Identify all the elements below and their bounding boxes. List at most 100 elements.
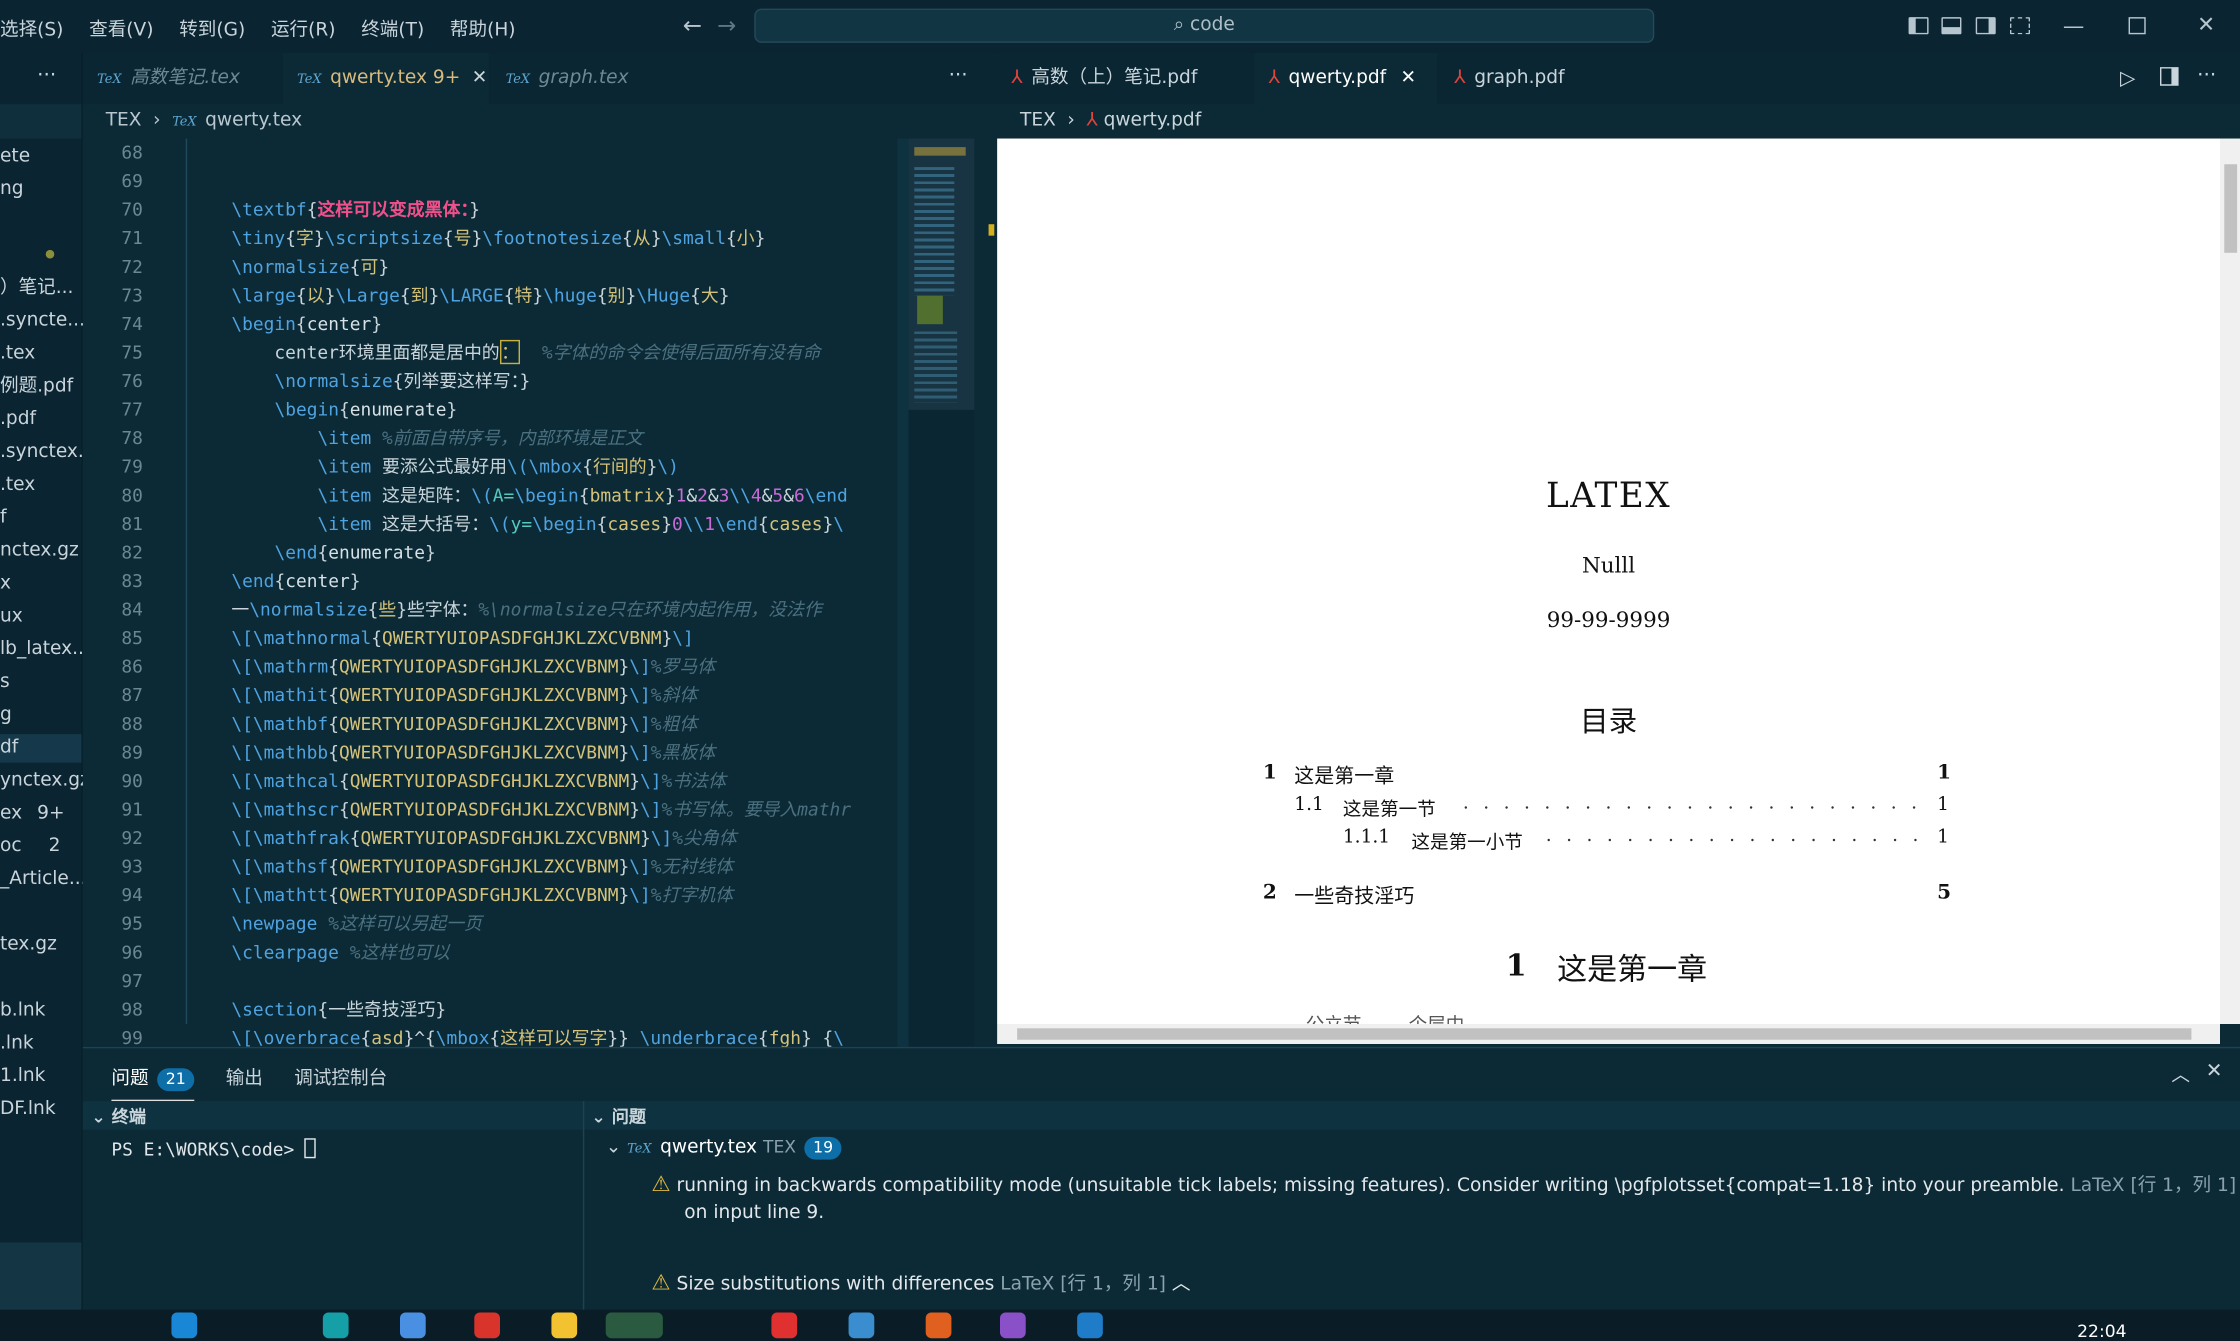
- list-item[interactable]: g: [0, 701, 12, 730]
- list-item[interactable]: b.lnk: [0, 997, 45, 1026]
- chevron-up-icon[interactable]: ︿: [2171, 1060, 2190, 1086]
- breadcrumb-root[interactable]: TEX: [1020, 110, 1056, 131]
- close-tab-icon[interactable]: ✕: [472, 67, 488, 88]
- list-item[interactable]: 1.lnk: [0, 1063, 45, 1092]
- toggle-panel-icon[interactable]: [1941, 17, 1962, 35]
- list-item[interactable]: nctex.gz: [0, 537, 79, 566]
- terminal[interactable]: PS E:\WORKS\code>: [111, 1138, 317, 1160]
- menu-terminal[interactable]: 终端(T): [361, 14, 424, 41]
- command-center-search[interactable]: ⌕ code: [754, 8, 1655, 43]
- app-icon[interactable]: [771, 1312, 798, 1339]
- terminal-section-header[interactable]: ⌄ 终端: [91, 1103, 146, 1132]
- list-item[interactable]: lb_latex...: [0, 636, 90, 665]
- code-lines[interactable]: \textbf{这样可以变成黑体：} \tiny{字}\scriptsize{号…: [231, 139, 897, 1047]
- list-item[interactable]: ex 9+: [0, 800, 81, 829]
- app-icon[interactable]: [322, 1312, 349, 1339]
- list-item[interactable]: DF.lnk: [0, 1095, 56, 1124]
- list-item[interactable]: 例题.pdf: [0, 373, 73, 402]
- list-item[interactable]: .pdf: [0, 406, 36, 435]
- minimap-code: [914, 331, 958, 403]
- problem-warning-row[interactable]: ⚠ Size substitutions with differences La…: [651, 1268, 1191, 1296]
- problem-file-row[interactable]: ⌄ TeX qwerty.tex TEX 19: [606, 1136, 842, 1160]
- app-icon[interactable]: [848, 1312, 875, 1339]
- tab-graph-pdf[interactable]: ⅄ graph.pdf: [1440, 53, 1611, 104]
- list-item[interactable]: ete: [0, 143, 30, 172]
- pdf-vertical-scrollbar[interactable]: [2219, 138, 2240, 1024]
- active-app-icon[interactable]: [605, 1312, 663, 1339]
- list-item[interactable]: ux: [0, 603, 23, 632]
- close-tab-icon[interactable]: ✕: [1400, 67, 1416, 88]
- forward-arrow-icon[interactable]: →: [717, 11, 736, 38]
- breadcrumb-file[interactable]: qwerty.pdf: [1104, 110, 1202, 131]
- more-actions-icon[interactable]: ···: [37, 64, 56, 87]
- list-item[interactable]: ）笔记...: [0, 274, 73, 303]
- toc-page: 1: [1937, 826, 1949, 849]
- app-icon[interactable]: [474, 1312, 500, 1339]
- close-window-icon[interactable]: ✕: [2197, 11, 2215, 37]
- close-panel-icon[interactable]: ✕: [2206, 1060, 2223, 1083]
- editor-scrollbar[interactable]: [897, 138, 909, 1047]
- customize-layout-icon[interactable]: [2009, 17, 2030, 35]
- pdf-horizontal-scrollbar[interactable]: [997, 1023, 2220, 1044]
- toc-entry[interactable]: 这是第一小节: [1411, 827, 1522, 854]
- tab-gaoshu-pdf[interactable]: ⅄ 高数（上）笔记.pdf: [997, 53, 1254, 104]
- vscode-icon[interactable]: [1077, 1312, 1103, 1339]
- list-item[interactable]: f: [0, 504, 7, 533]
- tab-graph-tex[interactable]: TeX graph.tex: [491, 53, 691, 104]
- app-icon[interactable]: [925, 1312, 952, 1339]
- folder-icon[interactable]: [551, 1312, 578, 1339]
- tab-qwerty-pdf[interactable]: ⅄ qwerty.pdf ✕: [1254, 52, 1438, 105]
- toc-entry[interactable]: 一些奇技淫巧: [1294, 881, 1414, 910]
- run-icon[interactable]: ▷: [2120, 67, 2135, 90]
- toggle-primary-sidebar-icon[interactable]: [1908, 17, 1929, 35]
- list-item[interactable]: .syncte...: [0, 307, 85, 336]
- chevron-up-icon[interactable]: ︿: [1172, 1274, 1191, 1295]
- chevron-down-icon: ⌄: [91, 1106, 112, 1127]
- split-editor-icon[interactable]: [2159, 67, 2179, 86]
- list-item-selected[interactable]: df: [0, 734, 82, 763]
- pdf-viewer[interactable]: LATEX Nulll 99-99-9999 目录 1 这是第一章 1 1.1 …: [997, 138, 2220, 1024]
- list-item[interactable]: s: [0, 668, 10, 697]
- edge-icon[interactable]: [171, 1312, 198, 1339]
- breadcrumb-root[interactable]: TEX: [106, 110, 142, 131]
- minimize-icon[interactable]: —: [2063, 13, 2084, 39]
- tab-problems[interactable]: 问题 21: [111, 1063, 195, 1102]
- problems-section-header[interactable]: ⌄ 问题: [591, 1103, 646, 1132]
- visual-studio-icon[interactable]: [999, 1312, 1026, 1339]
- tab-gaoshu-tex[interactable]: TeX 高数笔记.tex: [83, 53, 283, 104]
- scroll-thumb[interactable]: [2224, 164, 2238, 253]
- list-item[interactable]: _Article...: [0, 865, 87, 894]
- clock[interactable]: 22:04: [2077, 1321, 2126, 1341]
- tab-debug-console[interactable]: 调试控制台: [294, 1063, 387, 1089]
- list-item[interactable]: ynctex.gz: [0, 767, 90, 796]
- menu-view[interactable]: 查看(V): [89, 14, 153, 41]
- more-actions-icon[interactable]: ···: [949, 64, 968, 87]
- list-item[interactable]: ng: [0, 176, 24, 205]
- list-item[interactable]: .tex: [0, 471, 35, 500]
- menu-goto[interactable]: 转到(G): [179, 14, 245, 41]
- code-editor[interactable]: 68 69 70 71 72 73 74 75 76 77 78 79 80 8…: [82, 138, 998, 1047]
- toc-entry[interactable]: 这是第一节: [1343, 794, 1436, 821]
- toc-entry[interactable]: 这是第一章: [1294, 761, 1394, 790]
- tab-qwerty-tex[interactable]: TeX qwerty.tex 9+ ✕: [282, 52, 489, 105]
- list-item[interactable]: .lnk: [0, 1030, 34, 1059]
- menu-help[interactable]: 帮助(H): [450, 14, 516, 41]
- tab-output[interactable]: 输出: [226, 1063, 263, 1089]
- problem-warning-row[interactable]: ⚠ running in backwards compatibility mod…: [651, 1170, 2240, 1197]
- chrome-icon[interactable]: [399, 1312, 426, 1339]
- toc-leader-dots: . . . . . . . . . . . . . . . . . . . . …: [1462, 792, 1917, 815]
- list-item[interactable]: .synctex...: [0, 438, 96, 467]
- list-item[interactable]: oc 2: [0, 833, 81, 862]
- menu-selection[interactable]: 选择(S): [0, 14, 63, 41]
- back-arrow-icon[interactable]: ←: [683, 11, 702, 38]
- menu-run[interactable]: 运行(R): [271, 14, 336, 41]
- breadcrumb-file[interactable]: qwerty.tex: [205, 110, 302, 131]
- list-item[interactable]: x: [0, 570, 11, 599]
- more-actions-icon[interactable]: ···: [2197, 64, 2216, 87]
- list-item[interactable]: tex.gz: [0, 931, 57, 960]
- list-item[interactable]: .tex: [0, 340, 35, 369]
- minimap[interactable]: [908, 138, 995, 1047]
- scroll-thumb[interactable]: [1017, 1028, 2192, 1040]
- toggle-secondary-sidebar-icon[interactable]: [1975, 17, 1996, 35]
- maximize-icon[interactable]: [2128, 17, 2146, 35]
